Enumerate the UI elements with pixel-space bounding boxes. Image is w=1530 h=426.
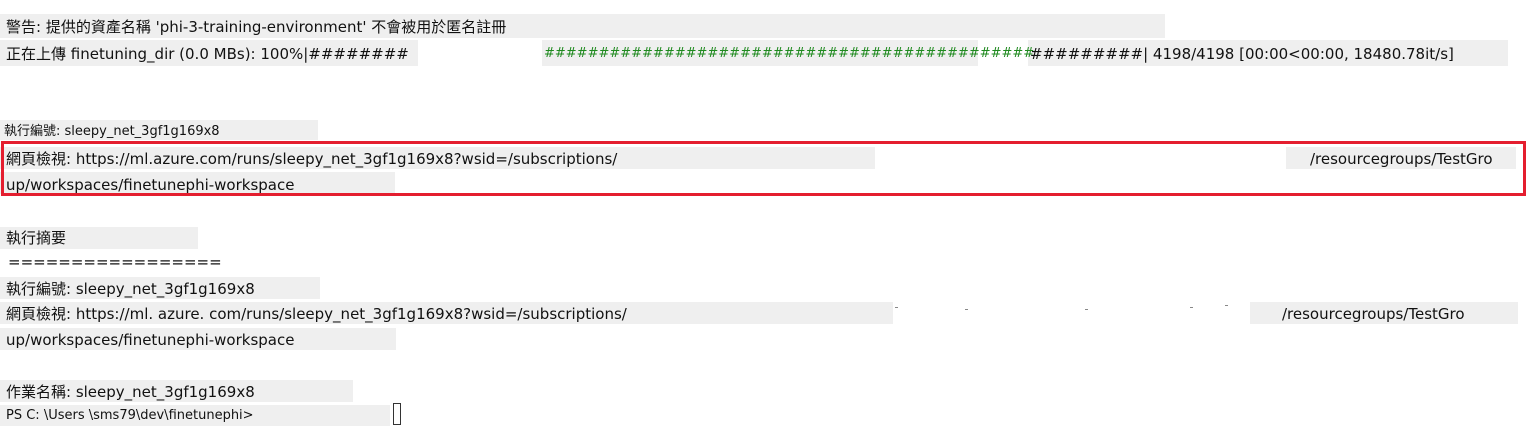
web-view-line1-right[interactable]: /resourcegroups/TestGro — [1282, 307, 1465, 322]
upload-progress-suffix: #########| 4198/4198 [00:00<00:00, 18480… — [1030, 45, 1454, 63]
redaction-artifact — [1225, 305, 1228, 306]
upload-redacted-1 — [418, 40, 542, 66]
upload-progress-prefix: 正在上傳 finetuning_dir (0.0 MBs): 100%|####… — [6, 45, 409, 63]
summary-title: 執行摘要 — [6, 229, 67, 247]
job-name: 作業名稱: sleepy_net_3gf1g169x8 — [6, 383, 255, 401]
summary-separator: ================= — [8, 253, 222, 271]
run-id-top: 執行編號: sleepy_net_3gf1g169x8 — [4, 124, 220, 139]
web-view-line1[interactable]: 網頁檢視: https://ml. azure. com/runs/sleepy… — [6, 307, 627, 322]
highlight-box — [1, 141, 1526, 196]
warning-text: 警告: 提供的資產名稱 'phi-3-training-environment'… — [6, 18, 507, 36]
redaction-artifact — [965, 309, 968, 310]
redaction-artifact — [895, 307, 898, 308]
web-view-line2[interactable]: up/workspaces/finetunephi-workspace — [6, 333, 294, 348]
run-id: 執行編號: sleepy_net_3gf1g169x8 — [6, 280, 255, 298]
upload-progress-bar: ########################################… — [544, 46, 1035, 61]
redaction-artifact — [1085, 309, 1088, 310]
text-cursor[interactable] — [393, 403, 401, 425]
redaction-artifact — [1190, 307, 1193, 308]
shell-prompt[interactable]: PS C: \Users \sms79\dev\finetunephi> — [6, 409, 254, 422]
